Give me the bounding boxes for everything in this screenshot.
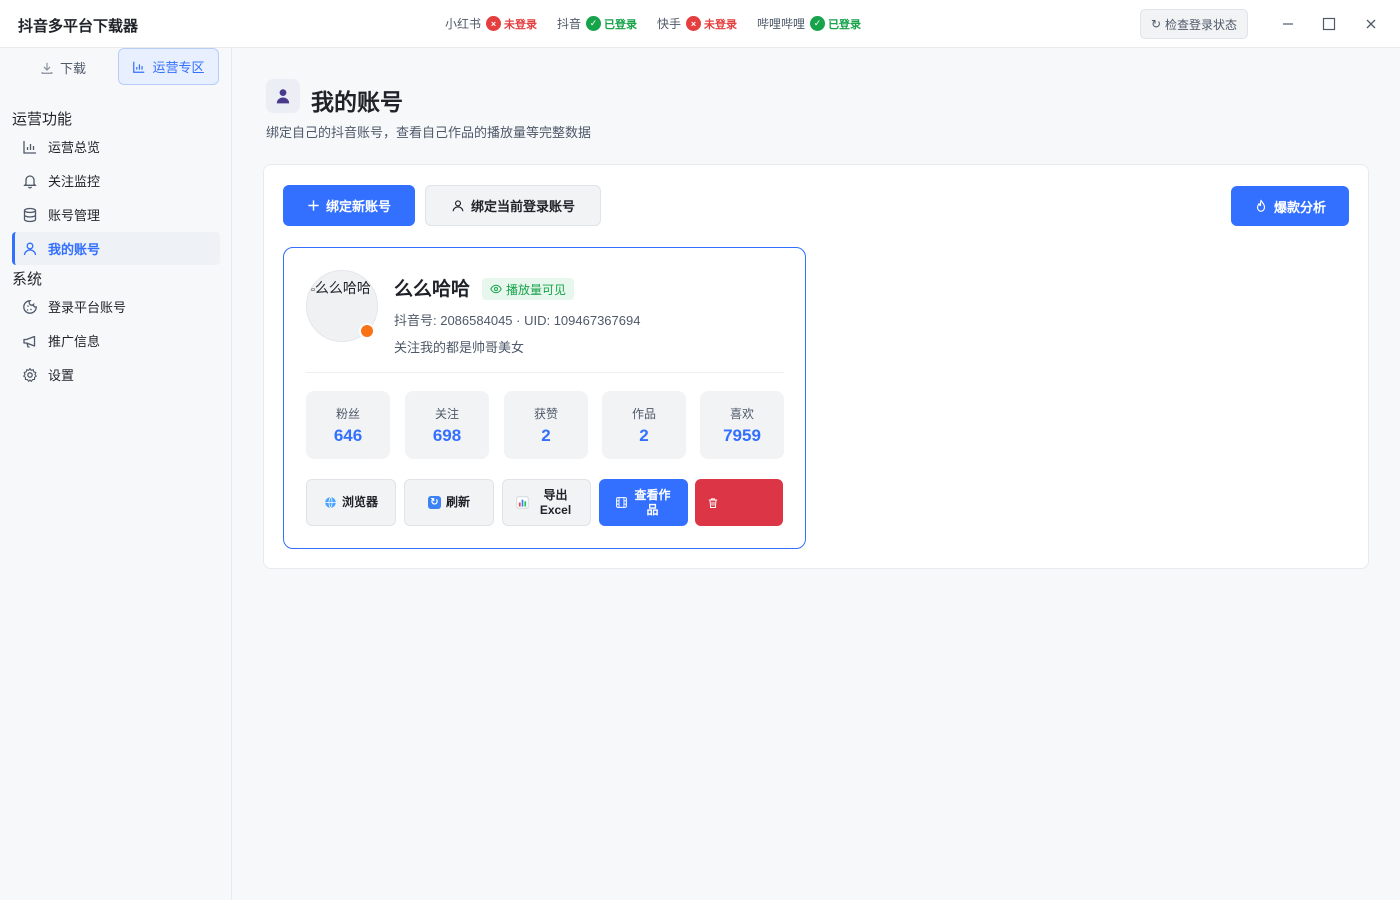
error-icon: × <box>686 16 702 31</box>
check-login-button[interactable]: ↻ 检查登录状态 <box>1140 9 1248 39</box>
sidebar-item-account-management[interactable]: 账号管理 <box>12 198 220 231</box>
refresh-icon: ↻ <box>1150 17 1162 31</box>
avatar-alt-text: 么么哈哈 <box>314 280 371 296</box>
stat-likes-received: 获赞 2 <box>504 391 588 459</box>
bar-chart-icon <box>133 61 145 73</box>
platform-status: 已登录 <box>828 18 862 31</box>
platform-name: 快手 <box>657 17 682 31</box>
trash-icon <box>708 497 718 508</box>
platform-status: 已登录 <box>604 18 638 31</box>
platform-douyin: 抖音 ✓ 已登录 <box>557 15 637 32</box>
sidebar-item-login-platform[interactable]: 登录平台账号 <box>12 290 220 323</box>
bind-new-account-button[interactable]: 绑定新账号 <box>283 185 415 226</box>
platform-name: 哔哩哔哩 <box>757 17 806 31</box>
platform-status-bar: 小红书 × 未登录 抖音 ✓ 已登录 快手 × 未登录 哔哩哔哩 ✓ 已登录 <box>445 15 861 32</box>
stat-favorites: 喜欢 7959 <box>700 391 784 459</box>
visibility-badge: 播放量可见 <box>482 278 575 300</box>
platform-status: 未登录 <box>704 18 738 31</box>
account-ids: 抖音号: 2086584045 · UID: 109467367694 <box>394 313 641 328</box>
platform-status: 未登录 <box>504 18 538 31</box>
app-title: 抖音多平台下载器 <box>18 18 139 35</box>
bar-chart-icon <box>23 140 36 154</box>
eye-icon <box>490 284 502 294</box>
close-button[interactable] <box>1361 14 1381 34</box>
sidebar: 下载 运营专区 运营功能 运营总览 关注监控 账号管理 我的账号 系统 登录平台… <box>0 48 232 900</box>
section-title-system: 系统 <box>12 271 43 288</box>
account-name: 么么哈哈 <box>394 279 471 300</box>
error-icon: × <box>486 16 502 31</box>
flame-icon <box>1256 199 1266 212</box>
export-excel-button[interactable]: 导出Excel <box>502 479 591 526</box>
maximize-icon <box>1322 17 1336 31</box>
page-user-icon <box>266 79 300 113</box>
refresh-icon: ↻ <box>427 496 441 509</box>
user-icon <box>452 199 464 211</box>
platform-xiaohongshu: 小红书 × 未登录 <box>445 15 537 32</box>
plus-icon <box>308 200 319 211</box>
refresh-button[interactable]: ↻ 刷新 <box>404 479 494 526</box>
tab-download[interactable]: 下载 <box>18 49 108 86</box>
bar-chart-icon <box>515 496 529 509</box>
film-icon <box>615 497 627 508</box>
bell-icon <box>23 174 37 188</box>
bind-current-account-button[interactable]: 绑定当前登录账号 <box>425 185 601 226</box>
check-icon: ✓ <box>586 16 602 31</box>
section-title-operations: 运营功能 <box>12 111 73 128</box>
stat-following: 关注 698 <box>405 391 489 459</box>
megaphone-icon <box>23 335 36 348</box>
platform-name: 抖音 <box>557 17 582 31</box>
cookie-icon <box>23 299 37 314</box>
stat-works: 作品 2 <box>602 391 686 459</box>
browser-button[interactable]: 浏览器 <box>306 479 396 526</box>
maximize-button[interactable] <box>1319 14 1339 34</box>
title-bar: 抖音多平台下载器 小红书 × 未登录 抖音 ✓ 已登录 快手 × 未登录 哔哩哔… <box>0 0 1400 48</box>
download-icon <box>41 62 53 74</box>
stat-followers: 粉丝 646 <box>306 391 390 459</box>
platform-bilibili: 哔哩哔哩 ✓ 已登录 <box>757 15 861 32</box>
account-bio: 关注我的都是帅哥美女 <box>394 340 525 355</box>
divider <box>306 372 784 373</box>
sidebar-item-overview[interactable]: 运营总览 <box>12 130 220 163</box>
database-icon <box>23 207 37 222</box>
sidebar-item-promotion[interactable]: 推广信息 <box>12 324 220 357</box>
globe-icon <box>325 496 336 509</box>
sidebar-item-settings[interactable]: 设置 <box>12 358 220 391</box>
minimize-button[interactable] <box>1278 14 1298 34</box>
sidebar-item-follow-monitor[interactable]: 关注监控 <box>12 164 220 197</box>
platform-badge <box>359 323 375 339</box>
delete-account-button[interactable] <box>695 479 783 526</box>
platform-name: 小红书 <box>445 17 482 31</box>
account-card: ▫么么哈哈 么么哈哈 播放量可见 抖音号: 2086584045 · UID: … <box>283 247 806 549</box>
tab-operations[interactable]: 运营专区 <box>118 48 219 85</box>
page-title: 我的账号 <box>311 89 403 115</box>
page-description: 绑定自己的抖音账号，查看自己作品的播放量等完整数据 <box>266 125 592 140</box>
sidebar-item-my-account[interactable]: 我的账号 <box>12 232 220 265</box>
user-icon <box>23 242 37 255</box>
platform-kuaishou: 快手 × 未登录 <box>657 15 737 32</box>
gear-icon <box>23 367 37 382</box>
check-icon: ✓ <box>810 16 826 31</box>
view-works-button[interactable]: 查看作品 <box>599 479 688 526</box>
close-icon <box>1366 19 1376 29</box>
minimize-icon <box>1283 23 1293 25</box>
hot-analysis-button[interactable]: 爆款分析 <box>1231 186 1349 226</box>
